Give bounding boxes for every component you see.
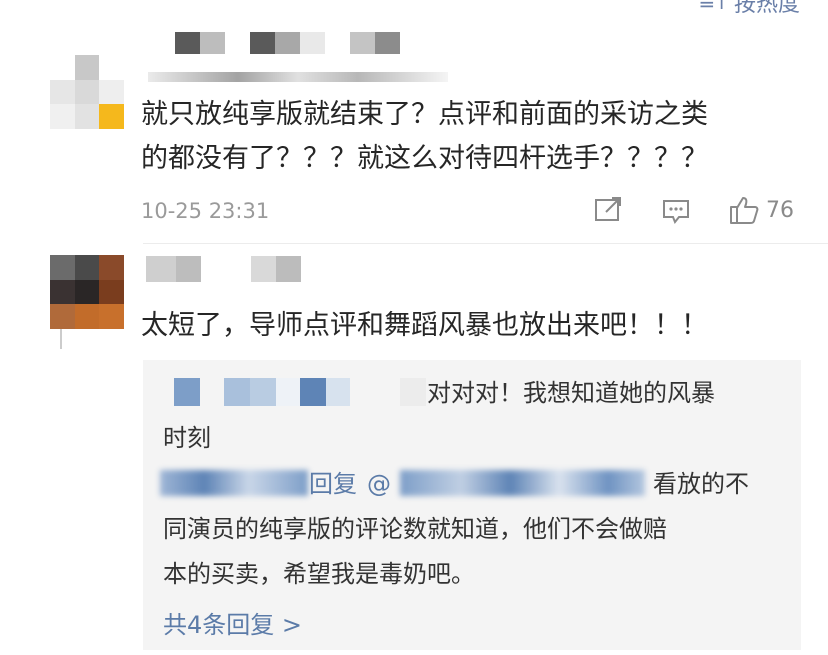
avatar[interactable]: [50, 255, 124, 329]
reply-text-line: 对对对！我想知道她的风暴: [427, 379, 715, 407]
share-button[interactable]: [594, 196, 624, 224]
reply-item[interactable]: 回复 @ 看放的不 同演员的纯享版的评论数就知道，他们不会做赔 本的买卖，希望我…: [163, 462, 783, 597]
reply-text-line: 同演员的纯享版的评论数就知道，他们不会做赔: [163, 515, 667, 543]
comment-text-line: 就只放纯享版就结束了？点评和前面的采访之类: [141, 99, 708, 130]
reply-text-line: 看放的不: [653, 470, 749, 498]
share-icon: [595, 197, 621, 221]
comment-icon: [663, 200, 689, 224]
comment-timestamp: 10-25 23:31: [141, 199, 270, 223]
username-mosaic-lower: [148, 72, 448, 82]
sort-label: 按热度: [733, 0, 800, 17]
mention-at[interactable]: @: [367, 462, 391, 507]
username-mosaic[interactable]: [175, 32, 415, 54]
reply-text-line: 时刻: [163, 424, 211, 452]
sort-by-hot-button[interactable]: ≡↑ 按热度: [698, 0, 800, 18]
username-mosaic[interactable]: [146, 256, 306, 282]
reply-button[interactable]: [661, 198, 691, 226]
comment-divider: [143, 243, 828, 244]
comment-text-line: 的都没有了？？？就这么对待四杆选手？？？？: [141, 143, 708, 174]
like-count: 76: [766, 197, 794, 223]
like-button[interactable]: 76: [728, 195, 794, 225]
sort-icon: ≡↑: [698, 0, 729, 14]
comment-text: 就只放纯享版就结束了？点评和前面的采访之类 的都没有了？？？就这么对待四杆选手？…: [141, 93, 821, 181]
thumbs-up-icon: [730, 197, 759, 224]
more-replies-link[interactable]: 共4条回复 >: [163, 605, 302, 640]
avatar-edge: [60, 329, 62, 349]
reply-item[interactable]: 对对对！我想知道她的风暴 时刻: [163, 371, 783, 461]
avatar[interactable]: [50, 55, 124, 129]
comment-text: 太短了，导师点评和舞蹈风暴也放出来吧！！！: [141, 310, 708, 341]
reply-prefix: 回复: [309, 470, 357, 498]
reply-text-line: 本的买卖，希望我是毒奶吧。: [163, 560, 475, 588]
